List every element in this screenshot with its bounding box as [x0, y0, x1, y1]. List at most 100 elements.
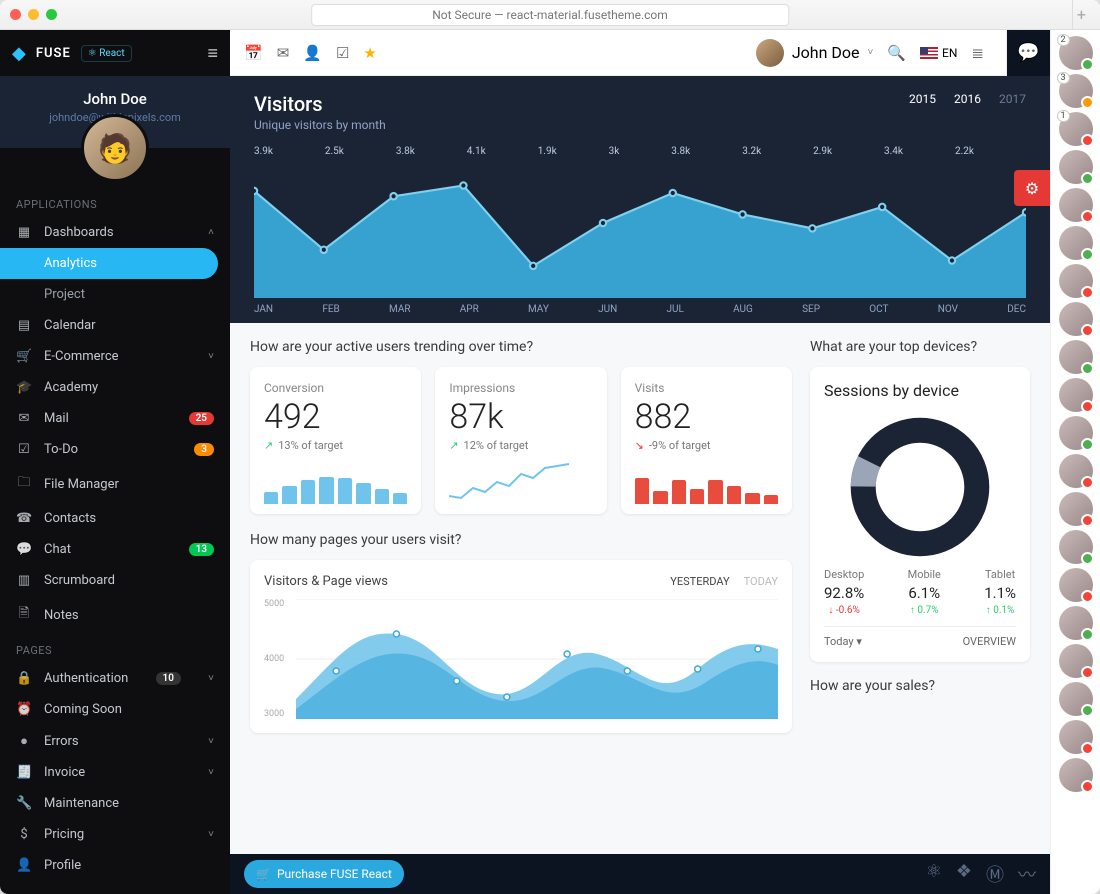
theme-settings-icon[interactable]: ⚙ [1014, 170, 1050, 206]
cart-icon: 🛒 [16, 349, 32, 364]
sidebar-nav[interactable]: APPLICATIONS ▦Dashboards˄ Analytics Proj… [0, 188, 230, 894]
contact-avatar[interactable] [1059, 758, 1093, 792]
contact-avatar[interactable] [1059, 682, 1093, 716]
chat-panel-toggle[interactable]: 💬 [1006, 30, 1050, 76]
range-selector[interactable]: Today ▾ [824, 635, 862, 648]
trend-up-icon: ↗ [449, 439, 458, 452]
nav-label: Profile [44, 858, 81, 873]
contact-avatar[interactable] [1059, 188, 1093, 222]
sidebar-item-contacts[interactable]: ☎Contacts [0, 503, 230, 534]
sidebar-item-calendar[interactable]: ▤Calendar [0, 310, 230, 341]
avatar[interactable]: 🧑 [81, 114, 149, 182]
contact-avatar[interactable]: 1 [1059, 112, 1093, 146]
calendar-today-icon[interactable]: 📅 [244, 44, 263, 62]
app-footer: 🛒Purchase FUSE React ⚛ ❖ Ⓜ 〰 [230, 854, 1050, 894]
y-tick: 5000 [264, 599, 294, 609]
contact-avatar[interactable]: 2 [1059, 36, 1093, 70]
search-icon[interactable]: 🔍 [887, 44, 906, 62]
value-label: 3.4k [884, 146, 903, 157]
contact-avatar[interactable] [1059, 378, 1093, 412]
contact-avatar[interactable] [1059, 340, 1093, 374]
sidebar-item-invoice[interactable]: 🧾Invoice˅ [0, 757, 230, 788]
conversion-sparkline [264, 460, 407, 504]
device-label: Tablet [984, 568, 1016, 581]
address-bar[interactable]: Not Secure — react-material.fusetheme.co… [311, 4, 789, 26]
device-delta: ↑ 0.1% [984, 605, 1016, 616]
star-icon[interactable]: ★ [363, 44, 376, 62]
maximize-window-icon[interactable] [46, 9, 57, 20]
device-delta: ↓ -0.6% [824, 605, 864, 616]
contacts-icon: ☎ [16, 511, 32, 526]
sidebar-item-chat[interactable]: 💬Chat13 [0, 534, 230, 565]
overview-link[interactable]: OVERVIEW [963, 635, 1016, 648]
sidebar-item-maintenance[interactable]: 🔧Maintenance [0, 788, 230, 819]
contact-avatar[interactable] [1059, 606, 1093, 640]
sidebar-item-academy[interactable]: 🎓Academy [0, 372, 230, 403]
sidebar-item-todo[interactable]: ☑To-Do3 [0, 434, 230, 465]
contact-avatar[interactable] [1059, 530, 1093, 564]
year-tabs: 2015 2016 2017 [909, 92, 1026, 106]
contact-avatar[interactable] [1059, 302, 1093, 336]
nav-label: Mail [44, 411, 69, 426]
sidebar-item-scrumboard[interactable]: ▥Scrumboard [0, 565, 230, 596]
notes-icon: 🗎 [16, 604, 32, 626]
devices-card: Sessions by device Desktop92.8%↓ -0.6% M… [810, 367, 1030, 662]
contact-avatar[interactable] [1059, 226, 1093, 260]
sidebar-item-mail[interactable]: ✉Mail25 [0, 403, 230, 434]
contact-avatar[interactable]: 3 [1059, 74, 1093, 108]
tab-today[interactable]: TODAY [744, 575, 778, 588]
month-label: OCT [869, 304, 888, 315]
tailwind-logo-icon: 〰 [1018, 861, 1036, 887]
clock-icon: ⏰ [16, 702, 32, 717]
device-pct: 6.1% [908, 584, 941, 602]
contact-avatar[interactable] [1059, 720, 1093, 754]
chevron-up-icon: ˄ [208, 227, 214, 238]
sidebar-item-filemanager[interactable]: 🗀File Manager [0, 465, 230, 503]
redux-logo-icon: ❖ [956, 861, 972, 887]
contact-avatar[interactable] [1059, 150, 1093, 184]
list-icon[interactable]: ≣ [971, 44, 984, 62]
sidebar-item-ecommerce[interactable]: 🛒E-Commerce˅ [0, 341, 230, 372]
contact-avatar[interactable] [1059, 416, 1093, 450]
mail-icon[interactable]: ✉ [277, 44, 290, 62]
chevron-down-icon: ˅ [208, 351, 214, 362]
hamburger-icon[interactable]: ≡ [207, 43, 218, 64]
contact-avatar[interactable] [1059, 264, 1093, 298]
checklist-icon[interactable]: ☑ [336, 44, 349, 62]
sidebar-item-pricing[interactable]: $Pricing˅ [0, 819, 230, 850]
sidebar-item-authentication[interactable]: 🔒Authentication10˅ [0, 663, 230, 694]
user-menu[interactable]: John Doe ˅ [756, 39, 874, 67]
card-value: 87k [449, 397, 592, 437]
y-tick: 3000 [264, 709, 294, 719]
sidebar-item-analytics[interactable]: Analytics [0, 248, 218, 279]
sidebar-item-profile[interactable]: 👤Profile [0, 850, 230, 881]
dashboard-content: How are your active users trending over … [230, 323, 1050, 894]
sidebar-item-errors[interactable]: ●Errors˅ [0, 725, 230, 757]
trend-text: -9% of target [649, 439, 711, 452]
brand-name: FUSE [36, 46, 71, 61]
tab-2017[interactable]: 2017 [999, 92, 1026, 106]
language-switcher[interactable]: EN [920, 46, 957, 60]
minimize-window-icon[interactable] [28, 9, 39, 20]
contact-avatar[interactable] [1059, 568, 1093, 602]
tab-2016[interactable]: 2016 [954, 92, 981, 106]
value-label: 3.2k [742, 146, 761, 157]
new-tab-button[interactable]: + [1072, 0, 1090, 29]
contacts-rail[interactable]: 2 3 1 [1050, 30, 1100, 894]
tab-2015[interactable]: 2015 [909, 92, 936, 106]
sidebar-item-project[interactable]: Project [0, 279, 230, 310]
device-desktop: Desktop92.8%↓ -0.6% [824, 568, 864, 616]
contact-avatar[interactable] [1059, 644, 1093, 678]
contact-avatar[interactable] [1059, 492, 1093, 526]
sidebar-item-dashboards[interactable]: ▦Dashboards˄ [0, 217, 230, 248]
sidebar-item-coming-soon[interactable]: ⏰Coming Soon [0, 694, 230, 725]
tab-yesterday[interactable]: YESTERDAY [670, 575, 729, 588]
sidebar-item-notes[interactable]: 🗎Notes [0, 596, 230, 634]
contacts-icon[interactable]: 👤 [303, 44, 322, 62]
purchase-button[interactable]: 🛒Purchase FUSE React [244, 860, 404, 888]
browser-window: Not Secure — react-material.fusetheme.co… [0, 0, 1100, 894]
pageviews-title: Visitors & Page views [264, 574, 388, 589]
close-window-icon[interactable] [10, 9, 21, 20]
traffic-lights[interactable] [10, 9, 57, 20]
contact-avatar[interactable] [1059, 454, 1093, 488]
